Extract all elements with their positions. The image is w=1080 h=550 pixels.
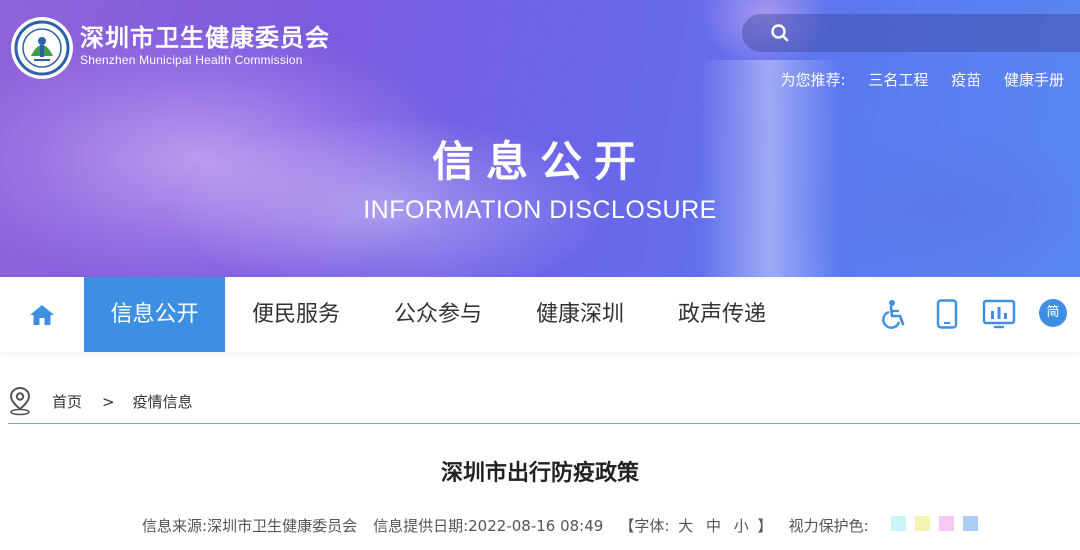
font-size-close: 】 (757, 517, 773, 535)
eye-color-swatch[interactable] (939, 516, 954, 531)
source-label: 信息来源: (142, 517, 208, 535)
home-icon (30, 304, 54, 325)
eye-protection-label: 视力保护色: (788, 517, 869, 535)
date-value: 2022-08-16 08:49 (468, 517, 604, 535)
site-name-en[interactable]: Shenzhen Municipal Health Commission (80, 53, 303, 67)
main-nav: 信息公开 便民服务 公众参与 健康深圳 政声传递 (0, 277, 1080, 352)
eye-color-swatch[interactable] (963, 516, 978, 531)
breadcrumb-current-link[interactable]: 疫情信息 (133, 393, 193, 411)
font-size-label: 【字体: (619, 517, 670, 535)
nav-item-healthy-shenzhen[interactable]: 健康深圳 (514, 277, 646, 352)
location-pin-icon (9, 386, 31, 416)
recommend-link[interactable]: 健康手册 (1004, 71, 1064, 89)
nav-item-info-disclosure[interactable]: 信息公开 (84, 277, 225, 352)
shenzhen-health-commission-emblem[interactable] (10, 16, 74, 80)
source-value: 深圳市卫生健康委员会 (207, 517, 358, 535)
font-size-medium-button[interactable]: 中 (706, 517, 721, 535)
data-screen-icon (982, 299, 1016, 329)
language-toggle-button[interactable]: 简 (1039, 299, 1067, 327)
accessibility-icon (882, 300, 905, 329)
mobile-icon (936, 299, 958, 329)
breadcrumb-separator: > (102, 393, 115, 411)
data-screen-button[interactable] (981, 296, 1017, 332)
recommend-link[interactable]: 疫苗 (951, 71, 981, 89)
recommend-label: 为您推荐: (780, 71, 846, 89)
breadcrumb: 首页 > 疫情信息 (52, 391, 193, 412)
article-meta: 信息来源:深圳市卫生健康委员会 信息提供日期:2022-08-16 08:49 【字… (142, 515, 869, 536)
accessibility-button[interactable] (877, 296, 913, 332)
date-label: 信息提供日期: (373, 517, 469, 535)
header-banner: 深圳市卫生健康委员会 Shenzhen Municipal Health Com… (0, 0, 1080, 277)
font-size-small-button[interactable]: 小 (734, 517, 749, 535)
search-input[interactable] (742, 14, 1080, 52)
nav-item-services[interactable]: 便民服务 (230, 277, 362, 352)
home-button[interactable] (0, 277, 84, 352)
breadcrumb-home-link[interactable]: 首页 (52, 393, 82, 411)
font-size-large-button[interactable]: 大 (678, 517, 693, 535)
eye-color-swatch[interactable] (915, 516, 930, 531)
site-name-cn[interactable]: 深圳市卫生健康委员会 (80, 18, 330, 53)
recommend-link[interactable]: 三名工程 (868, 71, 928, 89)
banner-subtitle: INFORMATION DISCLOSURE (363, 196, 717, 224)
article-title: 深圳市出行防疫政策 (440, 461, 639, 486)
nav-item-participation[interactable]: 公众参与 (372, 277, 504, 352)
banner-title: 信息公开 (431, 137, 648, 186)
nav-item-government-voice[interactable]: 政声传递 (656, 277, 788, 352)
recommend-bar: 为您推荐: 三名工程 疫苗 健康手册 (781, 69, 1064, 90)
eye-color-swatch[interactable] (891, 516, 906, 531)
mobile-button[interactable] (929, 296, 965, 332)
breadcrumb-divider (8, 423, 1080, 424)
search-icon[interactable] (770, 23, 790, 43)
